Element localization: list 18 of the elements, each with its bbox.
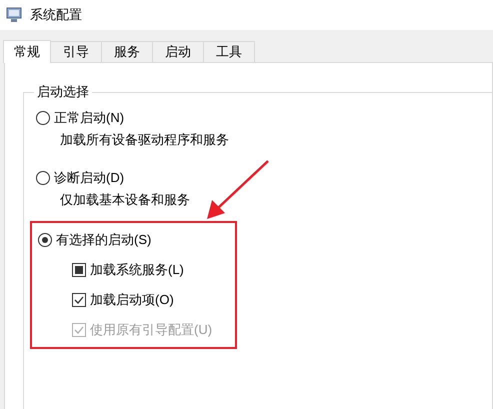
option-description: 仅加载基本设备和服务 xyxy=(60,191,190,209)
radio-button[interactable] xyxy=(36,111,50,125)
tab[interactable]: 常规 xyxy=(3,40,51,63)
option-description: 加载所有设备驱动程序和服务 xyxy=(60,131,229,149)
tab[interactable]: 工具 xyxy=(203,41,255,62)
window-title: 系统配置 xyxy=(30,6,82,24)
checkbox-label: 使用原有引导配置(U) xyxy=(90,321,212,339)
checkbox[interactable] xyxy=(72,263,86,277)
option-label: 正常启动(N) xyxy=(54,109,124,127)
checkbox[interactable] xyxy=(72,293,86,307)
window-app-icon xyxy=(6,7,22,23)
option-label: 有选择的启动(S) xyxy=(56,231,152,249)
checkbox-label: 加载启动项(O) xyxy=(90,291,174,309)
radio-button[interactable] xyxy=(38,233,52,247)
group-title: 启动选择 xyxy=(36,83,90,101)
option-label: 诊断启动(D) xyxy=(54,169,124,187)
checkbox-label: 加载系统服务(L) xyxy=(90,261,184,279)
radio-button[interactable] xyxy=(36,171,50,185)
